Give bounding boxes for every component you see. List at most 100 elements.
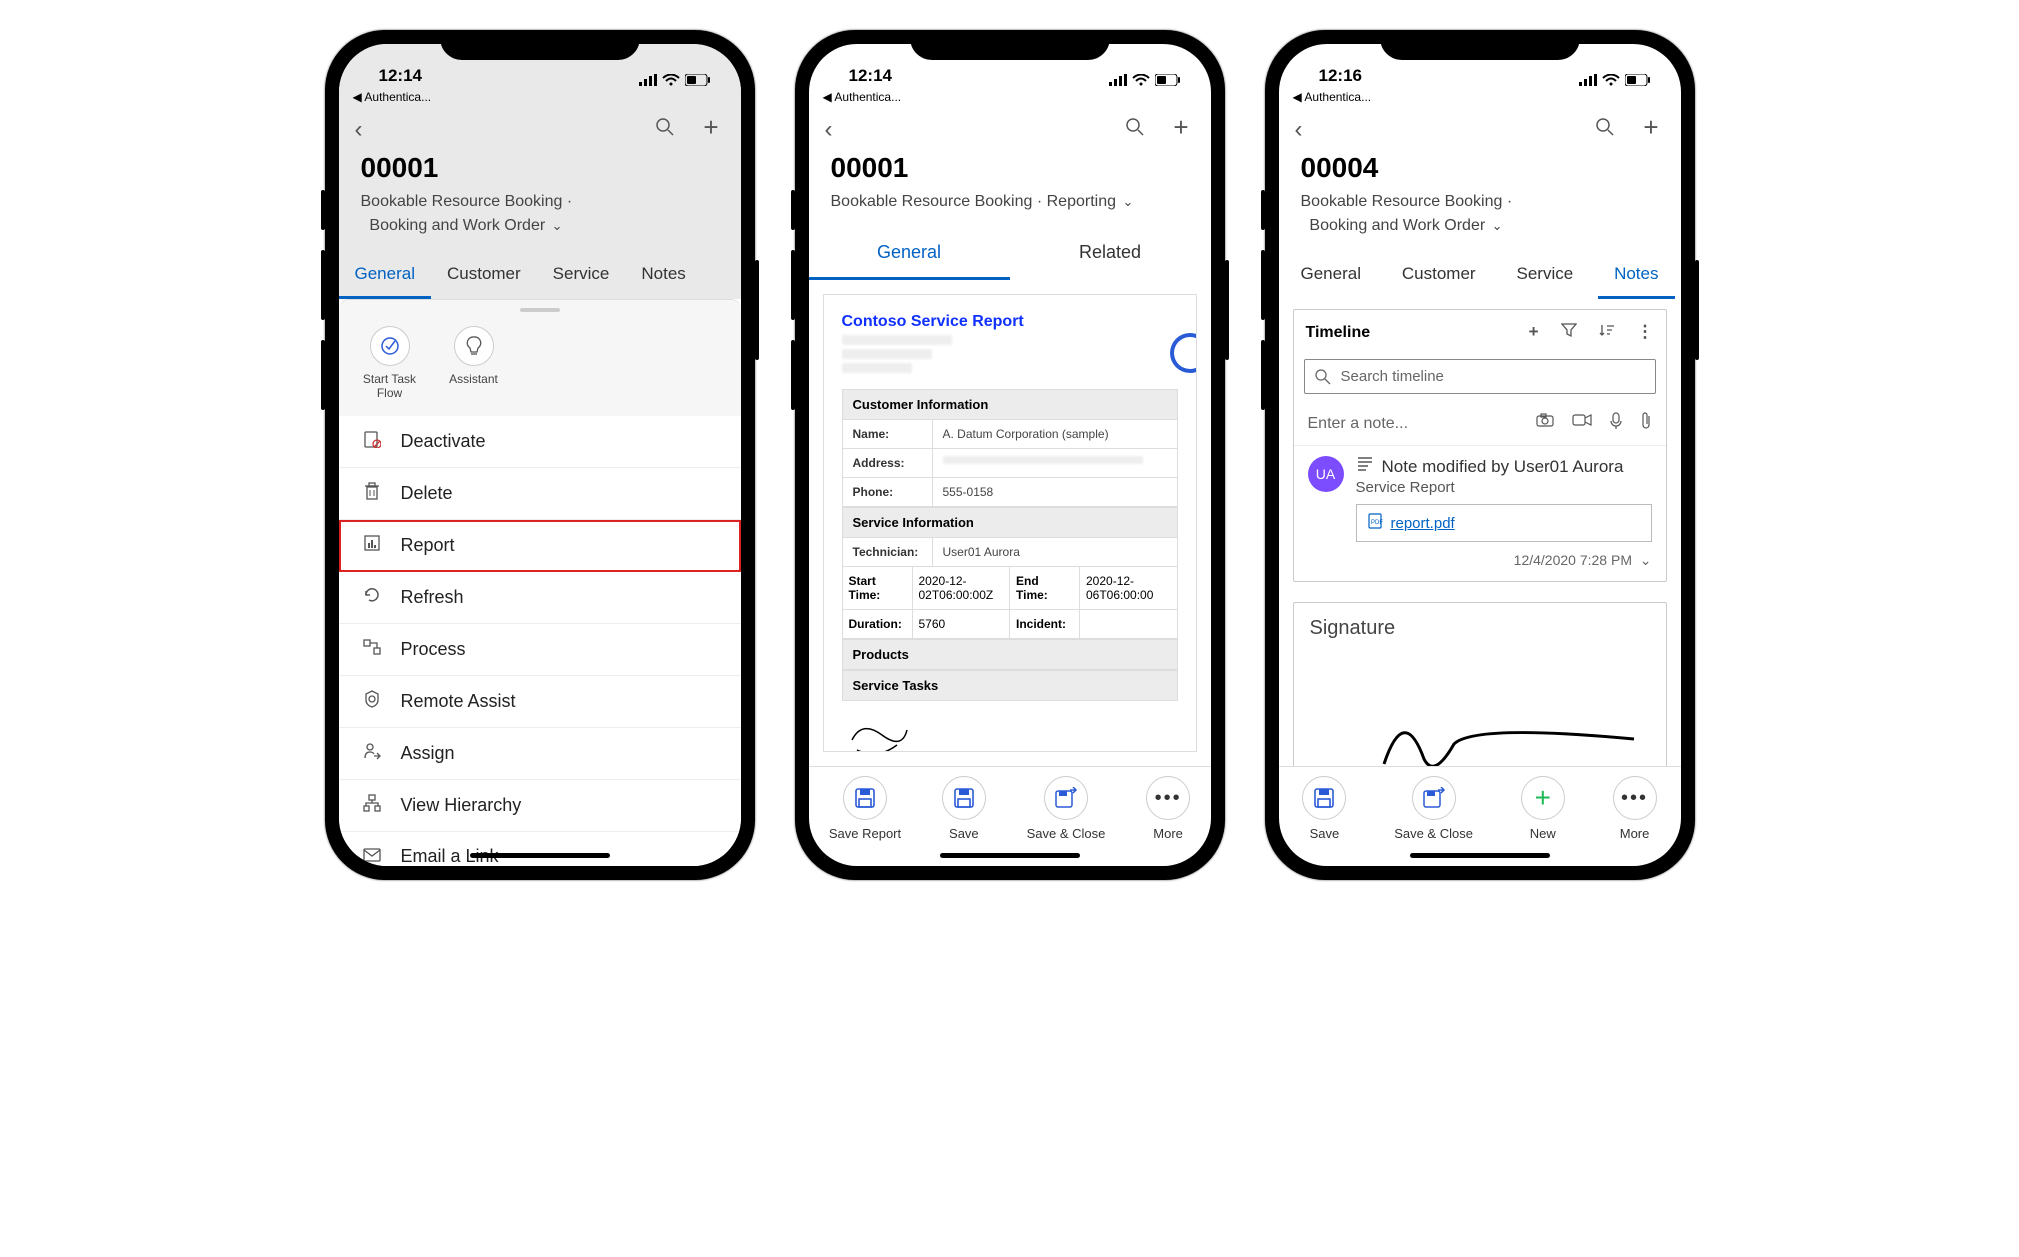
avatar: UA [1308, 456, 1344, 492]
tab-service[interactable]: Service [537, 252, 626, 299]
sort-icon[interactable] [1599, 322, 1615, 343]
add-button[interactable]: + [1643, 117, 1658, 143]
save-close-button[interactable]: Save & Close [1394, 776, 1473, 841]
process-icon [361, 638, 383, 661]
save-close-button[interactable]: Save & Close [1027, 776, 1106, 841]
menu-item-report[interactable]: Report [339, 520, 741, 572]
incident [1080, 610, 1177, 638]
hierarchy-icon [361, 794, 383, 817]
note-subtitle: Service Report [1356, 479, 1652, 496]
breadcrumb[interactable]: ◀ Authentica... [339, 88, 741, 106]
signal-icon [639, 74, 657, 86]
save-report-icon [843, 776, 887, 820]
signature-pad[interactable] [1294, 644, 1666, 766]
enter-note-input[interactable]: Enter a note... [1308, 415, 1409, 433]
note-title: Note modified by User01 Aurora [1382, 457, 1624, 477]
tab-notes[interactable]: Notes [1598, 252, 1674, 299]
status-bar: 12:14 [809, 44, 1211, 88]
signature-drawing [842, 715, 922, 752]
menu-item-refresh[interactable]: Refresh [339, 572, 741, 624]
chevron-down-icon[interactable]: ⌄ [1640, 552, 1652, 568]
menu-item-remote-assist[interactable]: Remote Assist [339, 676, 741, 728]
more-icon: ••• [1613, 776, 1657, 820]
action-drawer[interactable]: Start Task Flow Assistant DeactivateDele… [339, 299, 741, 866]
tab-customer[interactable]: Customer [431, 252, 537, 299]
customer-name: A. Datum Corporation (sample) [933, 420, 1177, 448]
back-button[interactable]: ‹ [825, 116, 833, 144]
add-button[interactable]: + [703, 117, 718, 143]
tabs: General Customer Service Notes [1279, 252, 1681, 299]
tab-related[interactable]: Related [1010, 228, 1211, 280]
new-icon: + [1521, 776, 1565, 820]
menu-item-process[interactable]: Process [339, 624, 741, 676]
attachment-link[interactable]: report.pdf [1391, 515, 1455, 532]
video-icon[interactable] [1572, 412, 1592, 435]
more-icon[interactable]: ⋮ [1637, 322, 1654, 343]
record-title: 00004 [1301, 152, 1659, 184]
tab-general[interactable]: General [1285, 252, 1377, 299]
note-attachment[interactable]: PDF report.pdf [1356, 504, 1652, 542]
pdf-icon: PDF [1367, 513, 1383, 533]
search-icon[interactable] [1125, 117, 1145, 143]
back-button[interactable]: ‹ [355, 116, 363, 144]
tabs: General Customer Service Notes [339, 252, 741, 299]
menu-item-view-hierarchy[interactable]: View Hierarchy [339, 780, 741, 832]
signature-label: Signature [1294, 603, 1666, 644]
save-button[interactable]: Save [942, 776, 986, 841]
task-icon [380, 336, 400, 356]
record-subtitle[interactable]: Bookable Resource Booking · Reporting ⌄ [831, 190, 1189, 214]
back-button[interactable]: ‹ [1295, 116, 1303, 144]
new-button[interactable]: +New [1521, 776, 1565, 841]
more-button[interactable]: •••More [1146, 776, 1190, 841]
save-button[interactable]: Save [1302, 776, 1346, 841]
report-preview[interactable]: Contoso Service Report Customer Informat… [823, 294, 1197, 752]
status-time: 12:14 [379, 66, 422, 86]
save-report-button[interactable]: Save Report [829, 776, 901, 841]
mic-icon[interactable] [1610, 412, 1622, 435]
add-button[interactable]: + [1173, 117, 1188, 143]
wifi-icon [662, 74, 680, 86]
screen-2: 12:14 ◀ Authentica... ‹ + 00001 Bookable… [809, 44, 1211, 866]
deactivate-icon [361, 430, 383, 453]
phone-3: 12:16 ◀ Authentica... ‹ + 00004 Bookable… [1265, 30, 1695, 880]
tab-notes[interactable]: Notes [625, 252, 701, 299]
menu-item-delete[interactable]: Delete [339, 468, 741, 520]
search-icon[interactable] [655, 117, 675, 143]
wifi-icon [1132, 74, 1150, 86]
tab-service[interactable]: Service [1500, 252, 1589, 299]
tab-customer[interactable]: Customer [1386, 252, 1492, 299]
status-bar: 12:14 [339, 44, 741, 88]
menu-item-email-a-link[interactable]: Email a Link [339, 832, 741, 866]
quick-start-task-flow[interactable]: Start Task Flow [355, 326, 425, 400]
wifi-icon [1602, 74, 1620, 86]
search-timeline-input[interactable]: Search timeline [1304, 359, 1656, 394]
tab-general[interactable]: General [339, 252, 431, 299]
start-time: 2020-12-02T06:00:00Z [913, 567, 1011, 609]
quick-assistant[interactable]: Assistant [439, 326, 509, 400]
phone-2: 12:14 ◀ Authentica... ‹ + 00001 Bookable… [795, 30, 1225, 880]
timeline-header: Timeline [1306, 324, 1371, 342]
attach-icon[interactable] [1640, 412, 1652, 435]
filter-icon[interactable] [1561, 322, 1577, 343]
signal-icon [1109, 74, 1127, 86]
customer-phone: 555-0158 [933, 478, 1177, 506]
record-subtitle[interactable]: Bookable Resource Booking · Booking and … [361, 190, 719, 238]
breadcrumb[interactable]: ◀ Authentica... [809, 88, 1211, 106]
home-indicator[interactable] [470, 853, 610, 858]
record-subtitle[interactable]: Bookable Resource Booking · Booking and … [1301, 190, 1659, 238]
search-icon[interactable] [1595, 117, 1615, 143]
drag-handle[interactable] [520, 308, 560, 312]
more-button[interactable]: •••More [1613, 776, 1657, 841]
tab-general[interactable]: General [809, 228, 1010, 280]
breadcrumb[interactable]: ◀ Authentica... [1279, 88, 1681, 106]
home-indicator[interactable] [940, 853, 1080, 858]
bottom-bar: Save Save & Close +New •••More [1279, 766, 1681, 866]
add-timeline-icon[interactable]: + [1529, 322, 1539, 343]
home-indicator[interactable] [1410, 853, 1550, 858]
timeline-note[interactable]: UA Note modified by User01 Aurora Servic… [1294, 445, 1666, 548]
menu-item-deactivate[interactable]: Deactivate [339, 416, 741, 468]
menu-item-assign[interactable]: Assign [339, 728, 741, 780]
status-bar: 12:16 [1279, 44, 1681, 88]
camera-icon[interactable] [1536, 412, 1554, 435]
report-logo-icon [1170, 333, 1197, 373]
